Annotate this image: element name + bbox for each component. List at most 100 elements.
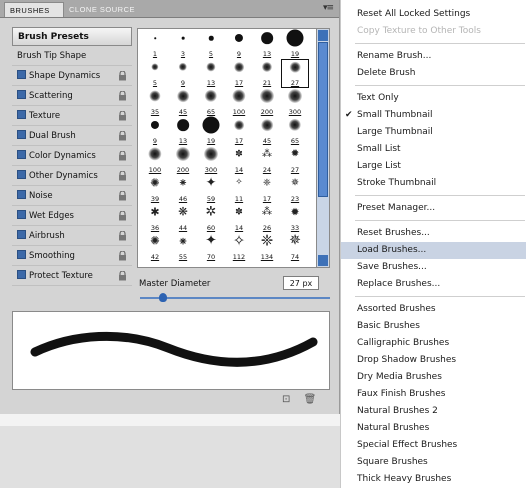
brush-preset[interactable]: 13 (197, 59, 225, 88)
scroll-thumb[interactable] (318, 42, 328, 197)
menu-item[interactable]: Reset Brushes... (341, 225, 526, 242)
brush-preset[interactable]: 100 (225, 88, 253, 117)
brush-preset[interactable]: ❈ 134 (253, 233, 281, 262)
option-checkbox[interactable] (17, 250, 26, 259)
brush-preset[interactable]: ❋ 44 (169, 204, 197, 233)
brush-preset[interactable]: ❈ 17 (253, 175, 281, 204)
brush-preset[interactable]: 3 (169, 30, 197, 59)
brush-preset[interactable]: 65 (197, 88, 225, 117)
menu-item[interactable]: Stroke Thumbnail (341, 175, 526, 192)
sidebar-item[interactable]: Brush Tip Shape (12, 46, 132, 66)
brush-preset[interactable]: 200 (169, 146, 197, 175)
menu-item[interactable]: Natural Brushes 2 (341, 403, 526, 420)
menu-item[interactable]: Assorted Brushes (341, 301, 526, 318)
brush-preset[interactable]: 17 (225, 59, 253, 88)
lock-icon[interactable] (118, 131, 127, 141)
brush-preset[interactable]: 300 (197, 146, 225, 175)
option-checkbox[interactable] (17, 70, 26, 79)
menu-item[interactable]: Rename Brush... (341, 48, 526, 65)
menu-item[interactable]: Dry Media Brushes (341, 369, 526, 386)
brush-preset[interactable]: 65 (281, 117, 309, 146)
brush-preset[interactable]: 45 (169, 88, 197, 117)
brush-preset[interactable]: ✦ 59 (197, 175, 225, 204)
lock-icon[interactable] (118, 151, 127, 161)
sidebar-item[interactable]: Airbrush (12, 226, 132, 246)
tab-clone-source[interactable]: CLONE SOURCE (64, 2, 142, 17)
menu-item[interactable]: Preset Manager... (341, 200, 526, 217)
menu-item[interactable]: Faux Finish Brushes (341, 386, 526, 403)
brush-preset[interactable]: 13 (253, 30, 281, 59)
brush-preset[interactable]: ✹ 27 (281, 146, 309, 175)
sidebar-item[interactable]: Shape Dynamics (12, 66, 132, 86)
brush-preset[interactable]: ✵ 23 (281, 175, 309, 204)
sidebar-item[interactable]: Wet Edges (12, 206, 132, 226)
sidebar-item[interactable]: Other Dynamics (12, 166, 132, 186)
sidebar-item[interactable]: Protect Texture (12, 266, 132, 286)
option-checkbox[interactable] (17, 150, 26, 159)
brush-preset[interactable]: ⁕ 55 (169, 233, 197, 262)
option-checkbox[interactable] (17, 130, 26, 139)
option-checkbox[interactable] (17, 190, 26, 199)
brush-preset[interactable]: ✽ 14 (225, 146, 253, 175)
lock-icon[interactable] (118, 111, 127, 121)
brush-preset[interactable]: 300 (281, 88, 309, 117)
menu-item[interactable]: Special Effect Brushes (341, 437, 526, 454)
brush-presets-header[interactable]: Brush Presets (12, 27, 132, 46)
lock-icon[interactable] (118, 271, 127, 281)
brush-preset[interactable]: ✺ 39 (141, 175, 169, 204)
tab-brushes[interactable]: BRUSHES (4, 2, 64, 17)
lock-icon[interactable] (118, 251, 127, 261)
lock-icon[interactable] (118, 211, 127, 221)
brush-preset[interactable]: 17 (225, 117, 253, 146)
grid-scrollbar[interactable] (316, 29, 329, 267)
sidebar-item[interactable]: Dual Brush (12, 126, 132, 146)
brush-preset[interactable]: ✲ 60 (197, 204, 225, 233)
option-checkbox[interactable] (17, 230, 26, 239)
scroll-up-arrow-icon[interactable] (318, 30, 328, 41)
menu-item[interactable]: Calligraphic Brushes (341, 335, 526, 352)
brush-preset[interactable]: ✦ 70 (197, 233, 225, 262)
brush-preset[interactable]: 13 (169, 117, 197, 146)
brush-preset[interactable]: 19 (281, 29, 309, 59)
option-checkbox[interactable] (17, 110, 26, 119)
brush-preset[interactable]: ✽ 14 (225, 204, 253, 233)
panel-menu-icon[interactable]: ▾≡ (323, 3, 334, 13)
sidebar-item[interactable]: Noise (12, 186, 132, 206)
menu-item[interactable]: Load Brushes... (341, 242, 526, 259)
menu-item[interactable]: Large Thumbnail (341, 124, 526, 141)
create-new-brush-icon[interactable]: ⊡ (282, 394, 290, 405)
menu-item[interactable]: Replace Brushes... (341, 276, 526, 293)
master-diameter-input[interactable]: 27 px (283, 276, 319, 290)
brush-preset[interactable]: 21 (253, 59, 281, 88)
menu-item[interactable]: Reset All Locked Settings (341, 6, 526, 23)
menu-item[interactable]: Large List (341, 158, 526, 175)
brush-preset[interactable]: 5 (141, 59, 169, 88)
option-checkbox[interactable] (17, 90, 26, 99)
menu-item[interactable]: Natural Brushes (341, 420, 526, 437)
lock-icon[interactable] (118, 91, 127, 101)
menu-item[interactable]: Small List (341, 141, 526, 158)
menu-item[interactable]: Save Brushes... (341, 259, 526, 276)
brush-preset[interactable]: 100 (141, 146, 169, 175)
brush-preset[interactable]: ⁂ 26 (253, 204, 281, 233)
brush-preset[interactable]: ✧ 11 (225, 175, 253, 204)
brush-preset[interactable]: 9 (225, 30, 253, 59)
brush-preset[interactable]: 9 (169, 59, 197, 88)
brush-preset[interactable]: 45 (253, 117, 281, 146)
option-checkbox[interactable] (17, 170, 26, 179)
brush-preset[interactable]: ⁕ 46 (169, 175, 197, 204)
brush-preset[interactable]: 1 (141, 30, 169, 59)
sidebar-item[interactable]: Scattering (12, 86, 132, 106)
brush-preset[interactable]: 200 (253, 88, 281, 117)
lock-icon[interactable] (118, 71, 127, 81)
brush-preset[interactable]: ✵ 74 (281, 233, 309, 262)
scroll-down-arrow-icon[interactable] (318, 255, 328, 266)
brush-preset[interactable]: 9 (141, 117, 169, 146)
menu-item[interactable]: Basic Brushes (341, 318, 526, 335)
trash-icon[interactable]: 🗑 (304, 394, 317, 405)
sidebar-item[interactable]: Smoothing (12, 246, 132, 266)
menu-item[interactable]: ✔ Small Thumbnail (341, 107, 526, 124)
sidebar-item[interactable]: Texture (12, 106, 132, 126)
brush-preset[interactable]: ⁂ 24 (253, 146, 281, 175)
master-diameter-slider[interactable] (140, 297, 330, 299)
